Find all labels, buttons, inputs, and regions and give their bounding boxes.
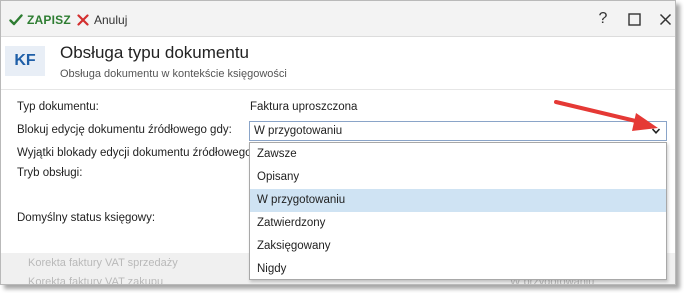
default-status-label: Domyślny status księgowy: xyxy=(17,212,156,224)
block-edit-selected-value: W przygotowaniu xyxy=(254,125,343,137)
maximize-button[interactable] xyxy=(624,9,644,29)
save-button-label: ZAPISZ xyxy=(27,13,71,27)
close-icon xyxy=(659,13,671,25)
cancel-button[interactable]: Anuluj xyxy=(77,11,127,29)
block-edit-label: Blokuj edycję dokumentu źródłowego gdy: xyxy=(17,124,232,136)
block-edit-select[interactable]: W przygotowaniu xyxy=(249,121,667,141)
block-edit-dropdown-list: Zawsze Opisany W przygotowaniu Zatwierdz… xyxy=(249,142,667,280)
close-x-icon xyxy=(77,14,89,26)
toolbar: ZAPISZ Anuluj ? xyxy=(1,1,675,37)
document-type-value: Faktura uproszczona xyxy=(250,101,358,113)
dialog-window: ZAPISZ Anuluj ? KF Obsługa typu dokument… xyxy=(0,0,676,285)
mode-label: Tryb obsługi: xyxy=(17,167,83,179)
maximize-icon xyxy=(627,12,641,26)
save-button[interactable]: ZAPISZ xyxy=(9,11,71,29)
page-header: KF Obsługa typu dokumentu Obsługa dokume… xyxy=(1,38,675,90)
chevron-down-icon[interactable] xyxy=(650,125,662,137)
help-button[interactable]: ? xyxy=(593,9,613,29)
dropdown-option[interactable]: Opisany xyxy=(250,166,666,189)
page-title: Obsługa typu dokumentu xyxy=(60,43,250,62)
dropdown-option[interactable]: Nigdy xyxy=(250,258,666,281)
dropdown-option[interactable]: Zaksięgowany xyxy=(250,235,666,258)
page-subtitle: Obsługa dokumentu w kontekście księgowoś… xyxy=(60,68,287,80)
dropdown-option[interactable]: Zatwierdzony xyxy=(250,212,666,235)
exceptions-label: Wyjątki blokady edycji dokumentu źródłow… xyxy=(17,147,255,159)
cancel-button-label: Anuluj xyxy=(94,13,128,27)
close-button[interactable] xyxy=(655,9,675,29)
help-icon: ? xyxy=(598,10,608,27)
module-badge: KF xyxy=(5,46,45,76)
checkmark-icon xyxy=(9,14,23,26)
background-row-sales-correction: Korekta faktury VAT sprzedaży xyxy=(28,257,178,269)
background-row-purchase-correction: Korekta faktury VAT zakupu xyxy=(28,276,164,285)
document-type-label: Typ dokumentu: xyxy=(17,101,99,113)
dropdown-option[interactable]: Zawsze xyxy=(250,143,666,166)
dropdown-option-selected[interactable]: W przygotowaniu xyxy=(250,189,666,212)
